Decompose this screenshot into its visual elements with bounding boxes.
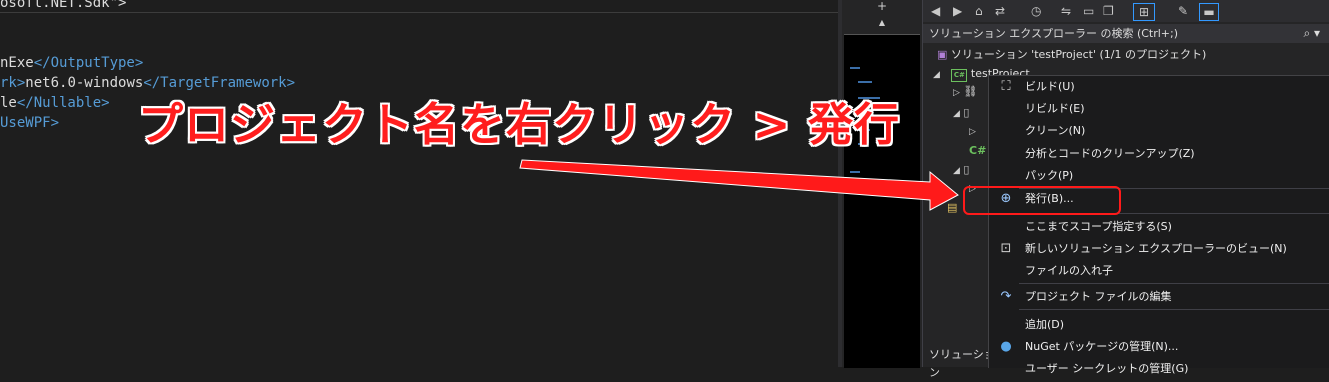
scroll-up-icon[interactable]: ▲ (842, 18, 922, 27)
file-icon: ▯ (963, 163, 970, 176)
csharp-project-icon: C# (951, 69, 968, 82)
build-icon: ⛶ (1001, 79, 1011, 94)
tree-child-1[interactable]: ▷ ⛓ (953, 83, 977, 102)
menu-item-pack[interactable]: パック(P) (989, 165, 1329, 187)
sync-icon[interactable]: ⇋ (1061, 3, 1071, 19)
code-editor[interactable]: osoft.NET.Sdk"> nExe</OutputType> rk>net… (0, 0, 838, 367)
history-icon[interactable]: ◷ (1031, 3, 1041, 19)
switch-views-icon[interactable]: ⇄ (995, 3, 1005, 19)
context-menu: ⛶ ビルド(U) リビルド(E) クリーン(N) 分析とコードのクリーンアップ(… (988, 75, 1329, 375)
show-all-files-icon[interactable]: ❐ (1103, 3, 1114, 19)
menu-item-build[interactable]: ⛶ ビルド(U) (989, 76, 1329, 98)
settings-file-icon: ▤ (947, 201, 958, 214)
expand-icon[interactable]: ◢ (953, 109, 960, 119)
refresh-icon: ↷ (1000, 289, 1012, 304)
new-view-icon: ⊡ (1000, 241, 1012, 256)
code-line-3: le</Nullable> (0, 95, 110, 111)
collapse-arrow-icon[interactable]: ▷ (969, 127, 976, 137)
menu-item-analyze-cleanup[interactable]: 分析とコードのクリーンアップ(Z) (989, 143, 1329, 165)
menu-item-nuget[interactable]: ● NuGet パッケージの管理(N)... (989, 336, 1329, 358)
collapse-icon[interactable]: ▭ (1083, 3, 1094, 19)
annotation-text: プロジェクト名を右クリック > 発行 (138, 98, 901, 151)
file-icon: ▯ (963, 106, 970, 119)
dependencies-icon: ⛓ (963, 85, 978, 98)
publish-highlight-box (963, 186, 1121, 215)
expand-icon[interactable]: ◢ (933, 70, 940, 80)
menu-item-clean[interactable]: クリーン(N) (989, 120, 1329, 142)
menu-item-scope-to-this[interactable]: ここまでスコープ指定する(S) (989, 216, 1329, 238)
menu-item-new-view[interactable]: ⊡ 新しいソリューション エクスプローラーのビュー(N) (989, 238, 1329, 260)
solution-explorer-toolbar: ◀ ▶ ⌂ ⇄ ◷ ⇋ ▭ ❐ ⊞ ✎ ▬ (923, 0, 1329, 22)
tree-child-4[interactable]: C# (969, 142, 986, 160)
solution-search-input[interactable]: ソリューション エクスプローラー の検索 (Ctrl+;) ⌕ ▾ (923, 24, 1329, 43)
forward-icon[interactable]: ▶ (953, 3, 962, 19)
minimap[interactable]: + ▲ (842, 0, 922, 368)
tree-child-3[interactable]: ▷ (969, 122, 976, 141)
preview-icon[interactable]: ⊞ (1133, 3, 1155, 21)
csharp-file-icon: C# (969, 144, 987, 157)
properties-icon[interactable]: ✎ (1178, 3, 1188, 19)
editor-top-line: osoft.NET.Sdk"> (0, 0, 838, 13)
nuget-icon: ● (1000, 339, 1012, 354)
tree-child-5[interactable]: ◢ ▯ (953, 161, 969, 180)
solution-node[interactable]: ▣ ソリューション 'testProject' (1/1 のプロジェクト) (937, 46, 1206, 64)
home-icon[interactable]: ⌂ (975, 3, 983, 19)
code-line-4: UseWPF> (0, 115, 60, 131)
menu-item-rebuild[interactable]: リビルド(E) (989, 98, 1329, 120)
pending-changes-icon[interactable]: ▬ (1199, 3, 1219, 21)
expand-icon[interactable]: ◢ (953, 166, 960, 176)
search-icon[interactable]: ⌕ ▾ (1303, 24, 1320, 43)
back-icon[interactable]: ◀ (931, 3, 940, 19)
solution-icon: ▣ (937, 48, 948, 61)
menu-separator (1019, 283, 1329, 284)
split-plus-icon[interactable]: + (842, 0, 922, 14)
menu-item-add[interactable]: 追加(D) (989, 314, 1329, 336)
menu-item-file-nesting[interactable]: ファイルの入れ子 (989, 260, 1329, 282)
menu-item-edit-project-file[interactable]: ↷ プロジェクト ファイルの編集 (989, 286, 1329, 308)
collapse-arrow-icon[interactable]: ▷ (953, 88, 960, 98)
code-line-1: nExe</OutputType> (0, 55, 144, 71)
tree-child-2[interactable]: ◢ ▯ (953, 104, 969, 123)
menu-item-user-secrets[interactable]: ユーザー シークレットの管理(G) (989, 358, 1329, 380)
minimap-canvas[interactable] (844, 34, 920, 368)
top-line-text: osoft.NET.Sdk"> (0, 0, 127, 11)
menu-separator (1019, 309, 1329, 310)
tree-child-7[interactable]: ▤ (947, 199, 957, 217)
